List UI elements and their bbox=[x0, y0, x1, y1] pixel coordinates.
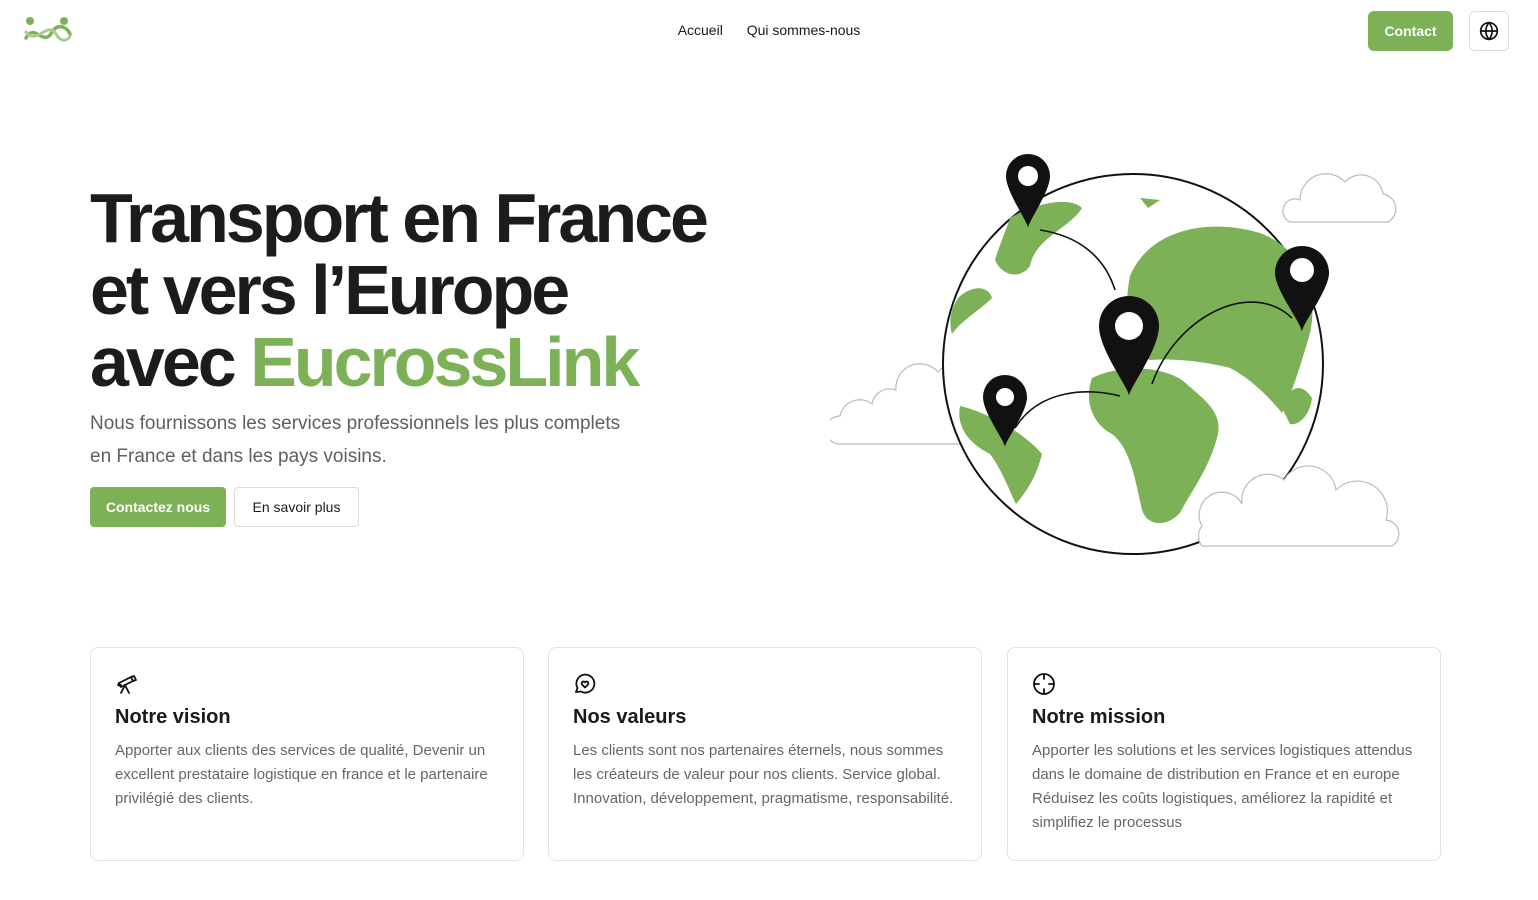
hero-subtitle-line2: en France et dans les pays voisins. bbox=[90, 446, 387, 467]
site-header: Accueil Qui sommes-nous Contact bbox=[0, 0, 1538, 62]
nav-link-qui-sommes-nous[interactable]: Qui sommes-nous bbox=[747, 22, 861, 38]
en-savoir-plus-button[interactable]: En savoir plus bbox=[234, 487, 359, 527]
telescope-icon bbox=[117, 675, 137, 694]
hero-title-line3: avec bbox=[90, 323, 251, 401]
hero-title-line2: et vers l’Europe bbox=[90, 251, 570, 329]
card-text: Apporter aux clients des services de qua… bbox=[115, 742, 488, 807]
card-notre-mission: Notre mission Apporter les solutions et … bbox=[1007, 647, 1441, 861]
language-button[interactable] bbox=[1469, 11, 1509, 51]
cloud-top-right bbox=[1282, 173, 1397, 223]
hero-title: Transport en France et vers l’Europe ave… bbox=[90, 182, 810, 398]
card-notre-vision: Notre vision Apporter aux clients des se… bbox=[90, 647, 524, 861]
heart-chat-icon bbox=[575, 673, 596, 694]
brand-name-highlight: EucrossLink bbox=[250, 323, 640, 401]
contact-button[interactable]: Contact bbox=[1368, 11, 1453, 51]
globe-with-map-pins-illustration bbox=[830, 154, 1400, 555]
card-nos-valeurs: Nos valeurs Les clients sont nos partena… bbox=[548, 647, 982, 861]
card-text: Apporter les solutions et les services l… bbox=[1032, 742, 1413, 831]
contactez-nous-button[interactable]: Contactez nous bbox=[90, 487, 226, 527]
card-title: Notre vision bbox=[115, 706, 231, 728]
hero-subtitle-line1: Nous fournissons les services profession… bbox=[90, 413, 621, 434]
hero-subtitle: Nous fournissons les services profession… bbox=[90, 407, 710, 473]
card-title: Notre mission bbox=[1032, 706, 1166, 728]
hero-title-line1: Transport en France bbox=[90, 179, 709, 257]
crosshair-icon bbox=[1033, 673, 1055, 695]
nav-link-accueil[interactable]: Accueil bbox=[678, 22, 723, 38]
card-text: Les clients sont nos partenaires éternel… bbox=[573, 742, 954, 807]
card-title: Nos valeurs bbox=[573, 706, 687, 728]
globe-icon bbox=[1479, 21, 1499, 41]
main-nav: Accueil Qui sommes-nous bbox=[0, 22, 1538, 38]
